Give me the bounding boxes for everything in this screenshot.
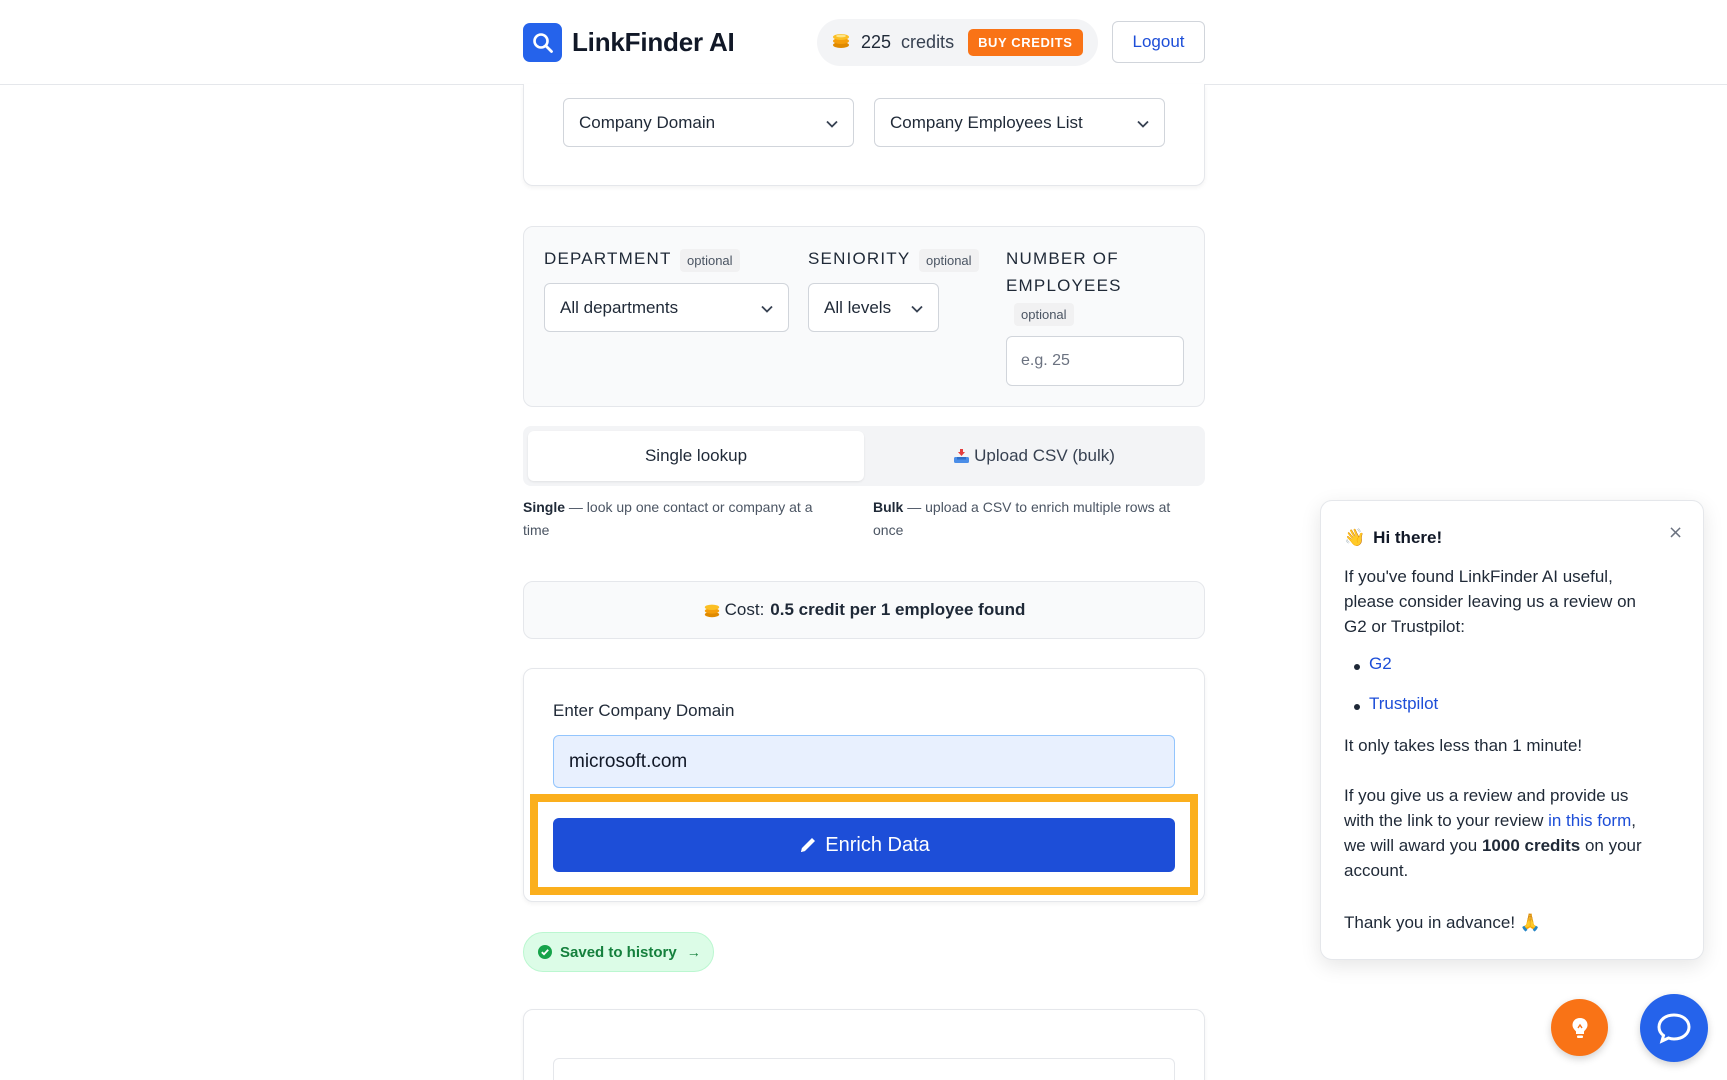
employees-label-line2: EMPLOYEES [1006, 276, 1122, 295]
list-bullet [1354, 664, 1360, 670]
popup-thanks: Thank you in advance! 🙏 [1344, 913, 1541, 932]
popup-title: 👋 Hi there! [1344, 528, 1442, 548]
single-mode-description: Single — look up one contact or company … [523, 496, 853, 542]
cost-value: 0.5 credit per 1 employee found [770, 600, 1026, 619]
check-circle-icon [538, 945, 552, 959]
enrich-data-label: Enrich Data [825, 833, 930, 856]
popup-intro-3: G2 or Trustpilot: [1344, 617, 1465, 636]
output-type-select[interactable]: Company Employees List [874, 98, 1165, 147]
list-bullet [1354, 704, 1360, 710]
employees-label-line1: NUMBER OF [1006, 249, 1119, 268]
popup-minute-text: It only takes less than 1 minute! [1344, 736, 1583, 755]
seniority-value: All levels [824, 297, 892, 317]
chevron-down-icon [1136, 116, 1150, 136]
chat-bubble-icon [1657, 1013, 1691, 1044]
bulk-desc-line2: once [873, 522, 904, 538]
chat-button[interactable] [1640, 994, 1708, 1062]
search-icon [523, 23, 562, 62]
employees-optional-badge: optional [1014, 303, 1074, 326]
popup-offer-2: with the link to your review [1344, 811, 1549, 830]
chevron-down-icon [825, 116, 839, 136]
popup-offer-credits: 1000 credits [1481, 836, 1581, 855]
department-optional-badge: optional [680, 249, 740, 272]
buy-credits-button[interactable]: BUY CREDITS [968, 29, 1083, 56]
popup-offer-2-post: , [1631, 811, 1636, 830]
popup-intro-2: please consider leaving us a review on [1344, 592, 1637, 611]
wave-icon: 👋 [1344, 528, 1366, 547]
popup-intro-1: If you've found LinkFinder AI useful, [1344, 567, 1613, 586]
g2-link[interactable]: G2 [1369, 654, 1392, 674]
cost-prefix: Cost: [724, 600, 765, 619]
input-type-value: Company Domain [579, 112, 716, 132]
input-type-select[interactable]: Company Domain [563, 98, 854, 147]
tab-single-lookup[interactable]: Single lookup [528, 431, 864, 481]
popup-offer-1: If you give us a review and provide us [1344, 786, 1629, 805]
mode-tabs: Single lookup Upload CSV (bulk) [523, 426, 1205, 486]
credits-label: credits [901, 32, 955, 52]
inbox-tray-icon [953, 448, 970, 465]
saved-to-history-link[interactable]: Saved to history → [523, 932, 714, 972]
single-desc-line1: — look up one contact or company at a [565, 499, 813, 515]
single-desc-bold: Single [523, 499, 566, 515]
pencil-icon [801, 838, 816, 852]
popup-title-text: Hi there! [1373, 528, 1443, 547]
review-form-link[interactable]: in this form [1548, 811, 1631, 830]
coins-icon [831, 30, 851, 55]
brand-logo[interactable]: LinkFinder AI [523, 23, 735, 62]
popup-offer-3: we will award you [1344, 836, 1482, 855]
tips-button[interactable] [1551, 999, 1608, 1056]
seniority-optional-badge: optional [919, 249, 979, 272]
popup-offer: If you give us a review and provide us w… [1344, 783, 1642, 883]
tab-upload-label: Upload CSV (bulk) [974, 446, 1115, 465]
company-domain-input[interactable] [553, 735, 1175, 788]
department-label: DEPARTMENT [544, 249, 672, 268]
results-inner-box [553, 1058, 1175, 1080]
output-type-value: Company Employees List [890, 112, 1083, 132]
top-header: LinkFinder AI 225 credits BUY CREDITS Lo… [0, 0, 1727, 85]
credits-pill: 225 credits BUY CREDITS [817, 19, 1098, 66]
credits-count: 225 [861, 32, 892, 52]
popup-offer-3-post: on your [1580, 836, 1642, 855]
bulk-desc-bold: Bulk [873, 499, 904, 515]
employees-count-input[interactable] [1006, 336, 1184, 386]
department-value: All departments [560, 297, 679, 317]
popup-offer-4: account. [1344, 861, 1409, 880]
close-icon[interactable]: × [1668, 522, 1683, 543]
popup-intro: If you've found LinkFinder AI useful, pl… [1344, 564, 1636, 639]
bulk-desc-line1: — upload a CSV to enrich multiple rows a… [903, 499, 1171, 515]
arrow-right-icon: → [686, 944, 701, 960]
logout-button[interactable]: Logout [1112, 21, 1205, 63]
chevron-down-icon [910, 301, 924, 321]
lightbulb-icon [1572, 1017, 1587, 1038]
saved-label: Saved to history [560, 943, 677, 961]
bulk-mode-description: Bulk — upload a CSV to enrich multiple r… [873, 496, 1205, 542]
tab-upload-csv[interactable]: Upload CSV (bulk) [868, 431, 1200, 481]
single-desc-line2: time [523, 522, 550, 538]
chevron-down-icon [760, 301, 774, 321]
tab-single-label: Single lookup [644, 446, 748, 465]
trustpilot-link[interactable]: Trustpilot [1369, 694, 1438, 714]
coins-icon [703, 601, 721, 619]
domain-field-label: Enter Company Domain [553, 701, 735, 720]
seniority-select[interactable]: All levels [808, 283, 939, 332]
enrich-data-button[interactable]: Enrich Data [553, 818, 1175, 872]
seniority-label: SENIORITY [808, 249, 911, 268]
cost-info: Cost: 0.5 credit per 1 employee found [523, 581, 1205, 639]
brand-name: LinkFinder AI [572, 27, 735, 57]
department-select[interactable]: All departments [544, 283, 789, 332]
